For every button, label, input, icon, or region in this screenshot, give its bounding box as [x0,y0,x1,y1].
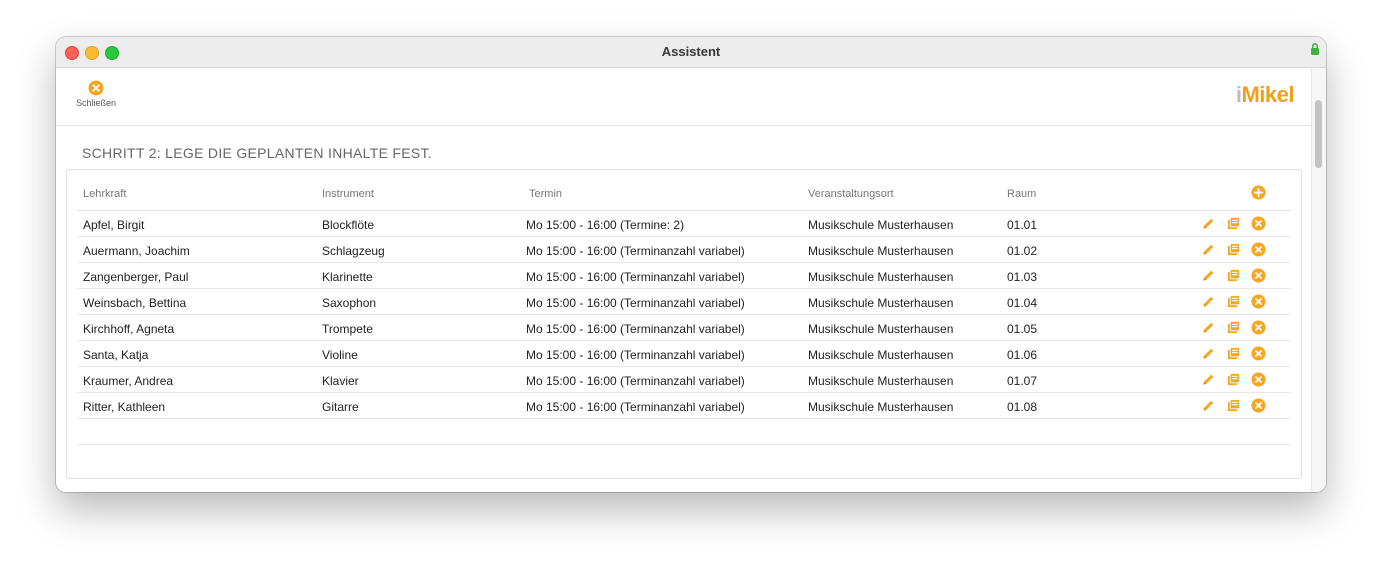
cell-room: 01.04 [1007,296,1038,310]
copy-icon[interactable] [1226,268,1241,283]
close-assistant-button[interactable]: Schließen [70,80,122,108]
column-header-date: Termin [529,188,563,200]
cell-venue: Musikschule Musterhausen [808,296,954,310]
cell-venue: Musikschule Musterhausen [808,348,954,362]
cell-venue: Musikschule Musterhausen [808,244,954,258]
cell-teacher: Kirchhoff, Agneta [83,322,175,336]
cell-date: Mo 15:00 - 16:00 (Terminanzahl variabel) [526,322,745,336]
column-header-teacher: Lehrkraft [83,188,127,200]
table-header: Lehrkraft Instrument Termin Veranstaltun… [77,179,1291,211]
content-area: Schließen iMikel SCHRITT 2: LEGE DIE GEP… [56,68,1312,492]
cell-room: 01.08 [1007,400,1038,414]
cell-teacher: Apfel, Birgit [83,218,145,232]
cell-room: 01.07 [1007,374,1038,388]
table-row[interactable]: Auermann, Joachim Schlagzeug Mo 15:00 - 16… [77,237,1291,263]
cell-instrument: Violine [322,348,358,362]
cell-room: 01.06 [1007,348,1038,362]
column-header-room: Raum [1007,188,1037,200]
delete-circle-icon[interactable] [1251,242,1266,257]
cell-teacher: Auermann, Joachim [83,244,190,258]
cell-teacher: Weinsbach, Bettina [83,296,187,310]
copy-icon[interactable] [1226,372,1241,387]
cell-teacher: Kraumer, Andrea [83,374,174,388]
table-row[interactable]: Kraumer, Andrea Klavier Mo 15:00 - 16:00 (… [77,367,1291,393]
cell-date: Mo 15:00 - 16:00 (Terminanzahl variabel) [526,348,745,362]
cell-room: 01.02 [1007,244,1038,258]
vertical-scrollbar[interactable] [1311,68,1326,492]
table-row[interactable]: Santa, Katja Violine Mo 15:00 - 16:00 (Ter… [77,341,1291,367]
copy-icon[interactable] [1226,294,1241,309]
delete-circle-icon[interactable] [1251,294,1266,309]
lock-icon [1311,43,1319,55]
cell-instrument: Gitarre [322,400,359,414]
empty-table-row [77,419,1291,445]
assistant-window: Assistent Schließen iMikel SCHRITT 2: LE… [56,37,1326,492]
cell-instrument: Saxophon [322,296,377,310]
cell-date: Mo 15:00 - 16:00 (Terminanzahl variabel) [526,296,745,310]
table-row[interactable]: Kirchhoff, Agneta Trompete Mo 15:00 - 16:0… [77,315,1291,341]
cell-venue: Musikschule Musterhausen [808,400,954,414]
copy-icon[interactable] [1226,242,1241,257]
cell-instrument: Klarinette [322,270,373,284]
cell-instrument: Schlagzeug [322,244,385,258]
cell-instrument: Klavier [322,374,359,388]
copy-icon[interactable] [1226,216,1241,231]
cell-venue: Musikschule Musterhausen [808,374,954,388]
cell-date: Mo 15:00 - 16:00 (Terminanzahl variabel) [526,374,745,388]
title-bar: Assistent [56,37,1326,68]
table-row[interactable]: Zangenberger, Paul Klarinette Mo 15:00 - 1… [77,263,1291,289]
pencil-icon[interactable] [1201,320,1216,335]
pencil-icon[interactable] [1201,294,1216,309]
delete-circle-icon[interactable] [1251,268,1266,283]
table-row[interactable]: Weinsbach, Bettina Saxophon Mo 15:00 - 16:… [77,289,1291,315]
cell-date: Mo 15:00 - 16:00 (Terminanzahl variabel) [526,244,745,258]
cell-room: 01.01 [1007,218,1038,232]
imikel-logo: iMikel [1204,80,1295,114]
pencil-icon[interactable] [1201,398,1216,413]
cell-teacher: Ritter, Kathleen [83,400,166,414]
logo-text-rest: Mikel [1241,82,1294,107]
pencil-icon[interactable] [1201,242,1216,257]
pencil-icon[interactable] [1201,268,1216,283]
cell-room: 01.03 [1007,270,1038,284]
cell-venue: Musikschule Musterhausen [808,218,954,232]
scrollbar-thumb[interactable] [1315,100,1322,168]
toolbar: Schließen iMikel [56,68,1312,126]
pencil-icon[interactable] [1201,346,1216,361]
plus-circle-icon[interactable] [1251,185,1266,200]
pencil-icon[interactable] [1201,372,1216,387]
column-header-instrument: Instrument [322,188,374,200]
cell-date: Mo 15:00 - 16:00 (Terminanzahl variabel) [526,270,745,284]
cell-instrument: Trompete [322,322,373,336]
column-header-venue: Veranstaltungsort [808,188,894,200]
cell-venue: Musikschule Musterhausen [808,322,954,336]
copy-icon[interactable] [1226,398,1241,413]
cell-teacher: Santa, Katja [83,348,149,362]
step-heading: SCHRITT 2: LEGE DIE GEPLANTEN INHALTE FE… [82,145,433,161]
delete-circle-icon[interactable] [1251,216,1266,231]
close-button-label: Schließen [75,98,117,108]
delete-circle-icon[interactable] [1251,398,1266,413]
copy-icon[interactable] [1226,320,1241,335]
delete-circle-icon[interactable] [1251,372,1266,387]
table-row[interactable]: Apfel, Birgit Blockflöte Mo 15:00 - 16:00 … [77,211,1291,237]
cell-room: 01.05 [1007,322,1038,336]
table-row[interactable]: Ritter, Kathleen Gitarre Mo 15:00 - 16:00 … [77,393,1291,419]
cell-date: Mo 15:00 - 16:00 (Termine: 2) [526,218,685,232]
content-table-panel: Lehrkraft Instrument Termin Veranstaltun… [66,169,1302,479]
cell-date: Mo 15:00 - 16:00 (Terminanzahl variabel) [526,400,745,414]
window-title: Assistent [661,44,721,59]
delete-circle-icon[interactable] [1251,346,1266,361]
pencil-icon[interactable] [1201,216,1216,231]
cell-teacher: Zangenberger, Paul [83,270,189,284]
cell-instrument: Blockflöte [322,218,375,232]
copy-icon[interactable] [1226,346,1241,361]
cell-venue: Musikschule Musterhausen [808,270,954,284]
delete-circle-icon[interactable] [1251,320,1266,335]
close-circle-icon [88,80,104,96]
